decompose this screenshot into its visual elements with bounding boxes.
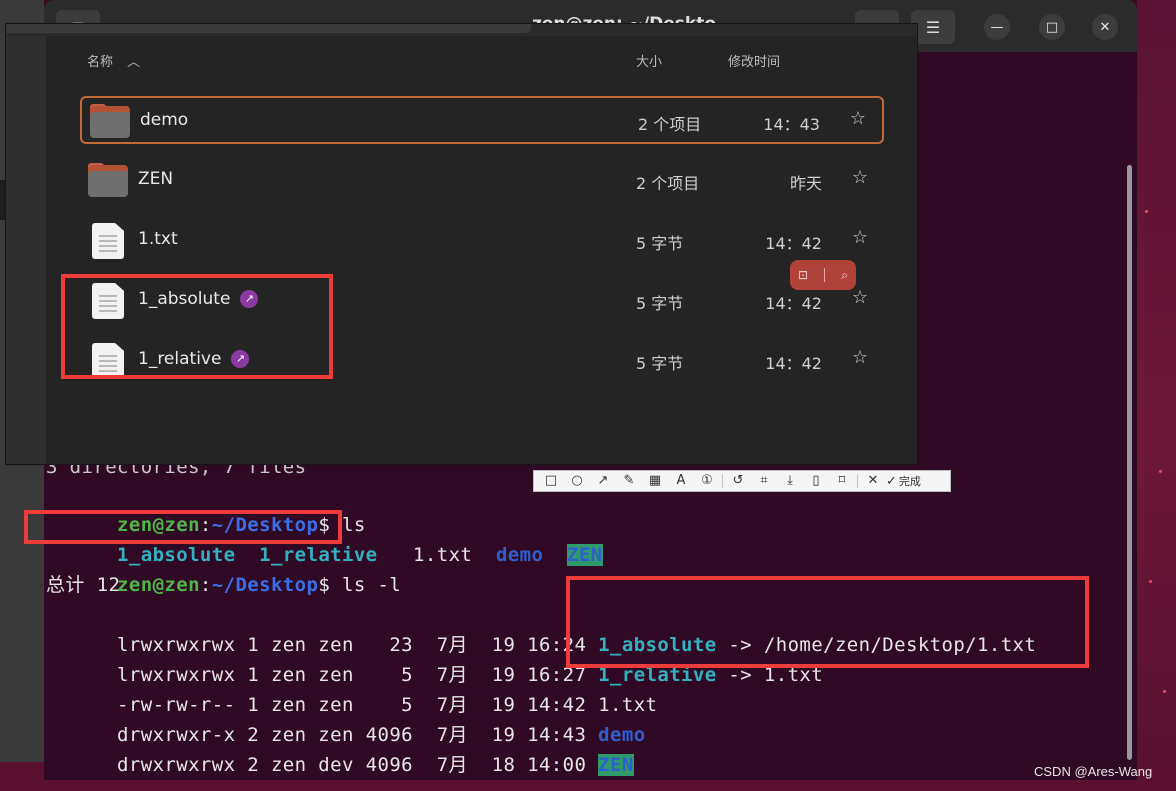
desktop-wallpaper (1137, 0, 1176, 791)
star-icon[interactable]: ☆ (852, 227, 868, 248)
highlight-box-symlinks-file-manager (61, 274, 333, 379)
column-header-size[interactable]: 大小 (636, 51, 662, 70)
pen-icon[interactable]: ✎ (616, 471, 642, 491)
file-manager-window[interactable]: 名称 ︿ 大小 修改时间 demo 2 个项目 14：43 ☆ ZEN 2 个项… (6, 24, 917, 464)
number-icon[interactable]: ① (694, 471, 720, 491)
pin-icon[interactable]: ▯ (803, 471, 829, 491)
ls-item-zen: ZEN (566, 544, 603, 566)
column-header-modified[interactable]: 修改时间 (728, 51, 780, 70)
file-time: 14：43 (763, 115, 820, 134)
file-name: 1.txt (138, 229, 178, 249)
terminal-total-line: 总计 12 (46, 574, 121, 596)
file-time: 14：42 (765, 354, 822, 373)
star-icon[interactable]: ☆ (850, 108, 866, 129)
maximize-button[interactable]: □ (1039, 14, 1065, 40)
highlight-box-link-targets (566, 576, 1089, 668)
minimize-icon: — (990, 19, 1004, 35)
terminal-long-row: drwxrwxrwx 2 zen dev 4096 7月 18 14:00 ZE… (117, 754, 634, 776)
file-manager-sidebar (6, 36, 46, 464)
file-list: 名称 ︿ 大小 修改时间 demo 2 个项目 14：43 ☆ ZEN 2 个项… (46, 36, 917, 464)
file-row-1-txt[interactable]: 1.txt 5 字节 14：42 ☆ (80, 217, 884, 265)
mosaic-icon[interactable]: ▦ (642, 471, 668, 491)
terminal-long-row: drwxrwxr-x 2 zen zen 4096 7月 19 14:43 de… (117, 724, 646, 746)
column-header-name[interactable]: 名称 ︿ (87, 51, 140, 70)
file-manager-topbar (6, 24, 917, 36)
file-size: 5 字节 (636, 294, 684, 313)
circle-icon[interactable]: ○ (564, 471, 590, 491)
star-icon[interactable]: ☆ (852, 167, 868, 188)
minimize-button[interactable]: — (984, 14, 1010, 40)
check-icon: ✓ (886, 473, 897, 489)
ai-icon[interactable]: ⊡ (798, 268, 808, 282)
download-icon[interactable]: ⤓ (777, 471, 803, 491)
file-time: 14：42 (765, 294, 822, 313)
ls-item-1-txt: 1.txt (413, 544, 473, 566)
floating-ai-toolbar[interactable]: ⊡ ⌕ (790, 260, 856, 290)
hamburger-menu-icon: ☰ (925, 17, 941, 37)
file-time: 昨天 (789, 174, 822, 193)
undo-icon[interactable]: ↺ (725, 471, 751, 491)
bookmark-icon[interactable]: ⌑ (829, 471, 855, 491)
file-size: 5 字节 (636, 354, 684, 373)
text-file-icon (88, 223, 124, 259)
folder-icon (88, 163, 128, 197)
close-icon[interactable]: ✕ (860, 471, 886, 491)
file-time: 14：42 (765, 234, 822, 253)
star-icon[interactable]: ☆ (852, 347, 868, 368)
close-icon: ✕ (1099, 19, 1111, 35)
file-row-demo[interactable]: demo 2 个项目 14：43 ☆ (80, 96, 884, 144)
annotation-toolbar: □ ○ ↗ ✎ ▦ A ① ↺ ⌗ ⤓ ▯ ⌑ ✕ ✓ 完成 (533, 470, 951, 492)
done-button[interactable]: ✓ 完成 (886, 473, 921, 489)
close-window-button[interactable]: ✕ (1092, 14, 1118, 40)
file-size: 5 字节 (636, 234, 684, 253)
terminal-prompt-line[interactable]: zen@zen:~/Desktop$ (46, 750, 330, 780)
star-icon[interactable]: ☆ (852, 287, 868, 308)
search-icon[interactable]: ⌕ (841, 268, 848, 283)
file-size: 2 个项目 (636, 174, 700, 193)
terminal-prompt-line: zen@zen:~/Desktop$ ls (117, 514, 366, 536)
file-name: demo (140, 110, 189, 130)
arrow-icon[interactable]: ↗ (590, 471, 616, 491)
menu-button[interactable]: ☰ (911, 10, 955, 44)
watermark: CSDN @Ares-Wang (1034, 764, 1153, 779)
file-row-zen[interactable]: ZEN 2 个项目 昨天 ☆ (80, 157, 884, 205)
text-icon[interactable]: A (668, 471, 694, 491)
ocr-icon[interactable]: ⌗ (751, 471, 777, 491)
folder-icon (90, 104, 130, 138)
terminal-prompt-line: zen@zen:~/Desktop$ ls -l (117, 574, 402, 596)
file-size: 2 个项目 (638, 115, 702, 134)
file-name: ZEN (138, 169, 174, 189)
ls-item-demo: demo (495, 544, 544, 566)
terminal-scrollbar[interactable] (1127, 165, 1132, 760)
sort-ascending-icon: ︿ (127, 55, 141, 70)
maximize-icon: □ (1045, 19, 1059, 35)
rect-icon[interactable]: □ (538, 471, 564, 491)
highlight-box-ls-symlinks (24, 510, 342, 544)
